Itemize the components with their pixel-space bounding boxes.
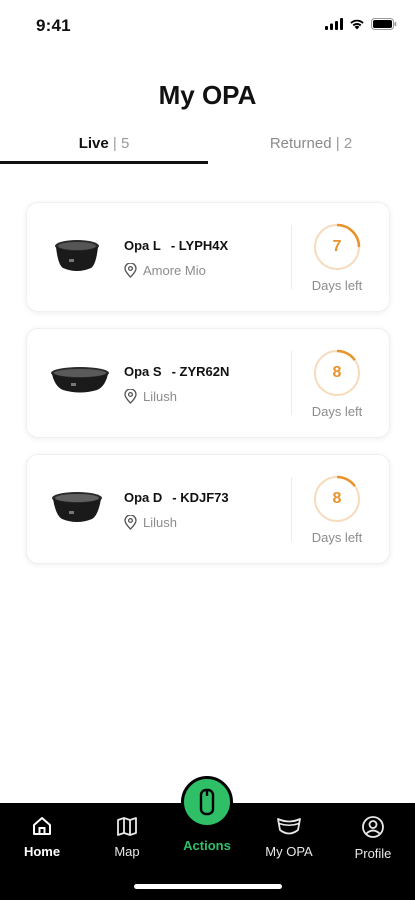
nav-my-opa-label: My OPA	[265, 844, 313, 859]
battery-icon	[371, 18, 397, 30]
tab-active-indicator	[0, 161, 208, 164]
days-count: 8	[332, 364, 342, 381]
nav-home-label: Home	[23, 844, 61, 859]
item-location: Amore Mio	[124, 263, 206, 278]
item-code: - ZYR62N	[171, 364, 230, 379]
nav-map-label: Map	[114, 844, 140, 859]
tab-live-count: 5	[120, 135, 130, 152]
item-code: - KDJF73	[172, 490, 229, 505]
tab-live-separator: |	[112, 135, 117, 152]
location-pin-icon	[124, 389, 137, 404]
status-icons	[325, 18, 397, 30]
location-name: Lilush	[143, 389, 177, 404]
days-count: 7	[332, 238, 342, 255]
tab-returned-label: Returned	[269, 135, 332, 152]
home-icon	[33, 817, 51, 835]
days-left-label: Days left	[311, 530, 363, 545]
opa-card[interactable]: Opa D - KDJF73 Lilush 8 Days left	[26, 454, 390, 564]
nav-actions-label: Actions	[183, 838, 231, 853]
item-code: - LYPH4X	[170, 238, 229, 253]
profile-icon	[362, 816, 384, 838]
tab-live-label: Live	[78, 135, 109, 152]
actions-button[interactable]	[181, 776, 233, 828]
card-divider	[291, 225, 292, 289]
days-left-label: Days left	[311, 278, 363, 293]
item-title: Opa S - ZYR62N	[124, 364, 229, 379]
card-divider	[291, 351, 292, 415]
signal-icon	[325, 18, 343, 30]
page-title: My OPA	[158, 80, 257, 110]
location-name: Amore Mio	[143, 263, 206, 278]
container-icon	[277, 818, 301, 835]
home-indicator	[134, 884, 282, 889]
opa-card[interactable]: Opa L - LYPH4X Amore Mio 7 Days left	[26, 202, 390, 312]
item-title: Opa D - KDJF73	[124, 490, 229, 505]
nav-profile-label: Profile	[354, 846, 392, 861]
tab-returned-separator: |	[335, 135, 340, 152]
item-location: Lilush	[124, 515, 177, 530]
status-bar: 9:41	[0, 0, 415, 50]
item-title: Opa L - LYPH4X	[124, 238, 228, 253]
status-time: 9:41	[36, 16, 71, 35]
location-name: Lilush	[143, 515, 177, 530]
tab-live[interactable]: Live | 5	[0, 132, 208, 164]
nav-map[interactable]: Map	[92, 815, 162, 859]
card-divider	[291, 477, 292, 541]
wifi-icon	[350, 19, 364, 30]
item-name: Opa S	[124, 364, 162, 379]
item-name: Opa L	[124, 238, 161, 253]
item-name: Opa D	[124, 490, 163, 505]
nav-home[interactable]: Home	[7, 815, 77, 859]
days-left-label: Days left	[311, 404, 363, 419]
nav-my-opa[interactable]: My OPA	[254, 815, 324, 859]
map-icon	[117, 817, 137, 836]
days-count: 8	[332, 490, 342, 507]
location-pin-icon	[124, 515, 137, 530]
bowl-icon	[51, 367, 109, 393]
tab-returned[interactable]: Returned | 2	[207, 132, 415, 164]
nav-profile[interactable]: Profile	[338, 815, 408, 861]
bowl-icon	[55, 240, 99, 271]
location-pin-icon	[124, 263, 137, 278]
container-icon	[199, 788, 215, 816]
opa-card[interactable]: Opa S - ZYR62N Lilush 8 Days left	[26, 328, 390, 438]
item-location: Lilush	[124, 389, 177, 404]
tab-returned-count: 2	[343, 135, 353, 152]
bowl-icon	[52, 492, 102, 522]
